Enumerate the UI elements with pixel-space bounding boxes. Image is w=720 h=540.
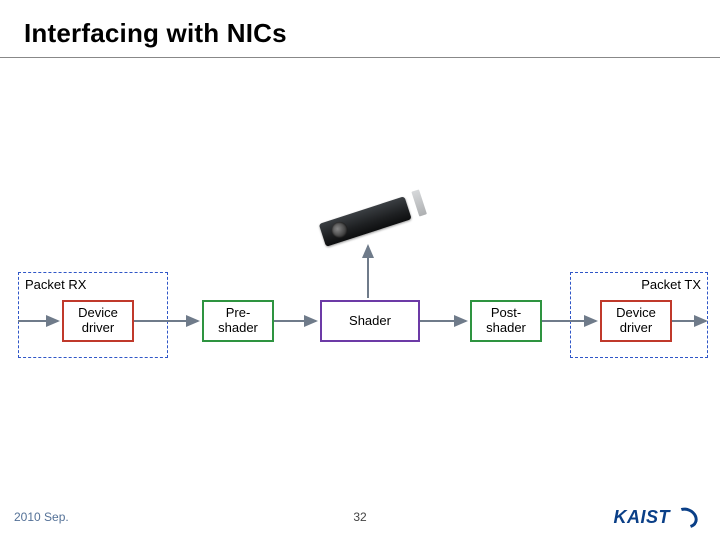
stage-post-shader: Post-shader	[470, 300, 542, 342]
flow-arrows	[0, 0, 720, 540]
stage-label: Pre-shader	[218, 306, 258, 336]
stage-device-tx: Devicedriver	[600, 300, 672, 342]
title-bar: Interfacing with NICs	[0, 18, 720, 58]
logo-text: KAIST	[614, 507, 671, 528]
stage-label: Devicedriver	[78, 306, 118, 336]
stage-label: Shader	[349, 314, 391, 329]
kaist-logo: KAIST	[614, 507, 699, 528]
stage-shader: Shader	[320, 300, 420, 342]
stage-label: Devicedriver	[616, 306, 656, 336]
stage-label: Post-shader	[486, 306, 526, 336]
packet-rx-label: Packet RX	[25, 277, 86, 292]
page-number: 32	[0, 510, 720, 524]
stage-pre-shader: Pre-shader	[202, 300, 274, 342]
packet-tx-label: Packet TX	[641, 277, 701, 292]
logo-swoosh-icon	[671, 503, 701, 531]
slide-title: Interfacing with NICs	[24, 18, 696, 49]
gpu-card-icon	[316, 186, 423, 255]
slide: Interfacing with NICs Packet RX Packet T…	[0, 0, 720, 540]
stage-device-rx: Devicedriver	[62, 300, 134, 342]
